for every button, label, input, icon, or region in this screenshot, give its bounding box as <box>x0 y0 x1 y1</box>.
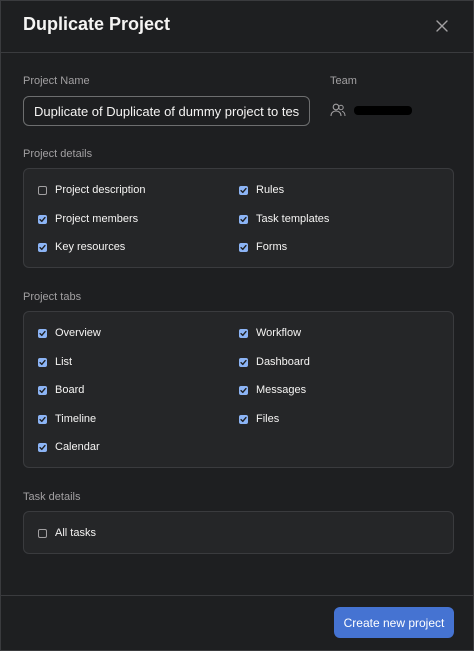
option-label: Overview <box>55 327 101 339</box>
project-details-box: Project description Rules Project member… <box>23 168 454 268</box>
check-icon <box>39 416 46 422</box>
check-icon <box>240 187 247 193</box>
checkbox[interactable] <box>38 357 47 367</box>
team-label: Team <box>330 75 357 87</box>
option-label: Calendar <box>55 441 100 453</box>
checkbox[interactable] <box>239 185 248 195</box>
option-label: List <box>55 356 73 368</box>
checkbox[interactable] <box>239 357 248 367</box>
option-overview[interactable]: Overview <box>38 327 101 339</box>
checkbox[interactable] <box>239 328 248 338</box>
option-board[interactable]: Board <box>38 384 84 396</box>
option-label: Project description <box>55 184 146 196</box>
option-messages[interactable]: Messages <box>239 384 306 396</box>
option-calendar[interactable]: Calendar <box>38 441 100 453</box>
option-label: Workflow <box>256 327 302 339</box>
option-label: Task templates <box>256 213 330 225</box>
checkbox[interactable] <box>239 385 248 395</box>
option-list[interactable]: List <box>38 356 72 368</box>
option-task-templates[interactable]: Task templates <box>239 213 329 225</box>
check-icon <box>39 359 46 365</box>
check-icon <box>240 216 247 222</box>
checkbox[interactable] <box>38 528 47 538</box>
option-label: Dashboard <box>256 356 310 368</box>
option-label: Files <box>256 413 280 425</box>
checkbox[interactable] <box>38 414 47 424</box>
task-details-label: Task details <box>23 491 81 503</box>
check-icon <box>240 330 247 336</box>
dialog-footer: Create new project <box>1 595 473 651</box>
check-icon <box>39 330 46 336</box>
option-label: Key resources <box>55 241 126 253</box>
option-project-members[interactable]: Project members <box>38 213 138 225</box>
duplicate-project-dialog: Duplicate Project Project Name Team Proj… <box>0 0 474 651</box>
checkbox[interactable] <box>38 442 47 452</box>
option-timeline[interactable]: Timeline <box>38 413 96 425</box>
option-project-description[interactable]: Project description <box>38 184 146 196</box>
option-workflow[interactable]: Workflow <box>239 327 301 339</box>
check-icon <box>240 359 247 365</box>
check-icon <box>39 387 46 393</box>
option-label: Forms <box>256 241 288 253</box>
project-tabs-label: Project tabs <box>23 291 82 303</box>
check-icon <box>39 244 46 250</box>
dialog-header: Duplicate Project <box>1 1 473 53</box>
option-label: Rules <box>256 184 285 196</box>
option-all-tasks[interactable]: All tasks <box>38 527 96 539</box>
project-details-label: Project details <box>23 148 93 160</box>
checkbox[interactable] <box>239 242 248 252</box>
project-tabs-box: Overview Workflow List Dashboard Board M… <box>23 311 454 468</box>
option-label: Messages <box>256 384 307 396</box>
check-icon <box>240 244 247 250</box>
option-dashboard[interactable]: Dashboard <box>239 356 310 368</box>
option-label: All tasks <box>55 527 96 539</box>
option-forms[interactable]: Forms <box>239 241 287 253</box>
check-icon <box>240 416 247 422</box>
project-name-input[interactable] <box>23 96 310 126</box>
checkbox[interactable] <box>38 214 47 224</box>
option-rules[interactable]: Rules <box>239 184 284 196</box>
close-button[interactable] <box>431 15 453 37</box>
check-icon <box>240 387 247 393</box>
checkbox[interactable] <box>38 242 47 252</box>
option-label: Project members <box>55 213 139 225</box>
option-label: Timeline <box>55 413 97 425</box>
checkbox[interactable] <box>38 185 47 195</box>
checkbox[interactable] <box>239 414 248 424</box>
team-selector[interactable] <box>330 101 412 119</box>
dialog-title: Duplicate Project <box>23 14 171 34</box>
checkbox[interactable] <box>38 328 47 338</box>
create-new-project-button[interactable]: Create new project <box>334 607 454 638</box>
check-icon <box>39 444 46 450</box>
close-icon <box>436 20 448 32</box>
check-icon <box>39 216 46 222</box>
option-key-resources[interactable]: Key resources <box>38 241 125 253</box>
project-name-label: Project Name <box>23 75 90 87</box>
option-files[interactable]: Files <box>239 413 279 425</box>
option-label: Board <box>55 384 85 396</box>
people-icon <box>330 103 346 117</box>
team-name-redacted <box>354 105 412 115</box>
checkbox[interactable] <box>239 214 248 224</box>
checkbox[interactable] <box>38 385 47 395</box>
task-details-box: All tasks <box>23 511 454 554</box>
